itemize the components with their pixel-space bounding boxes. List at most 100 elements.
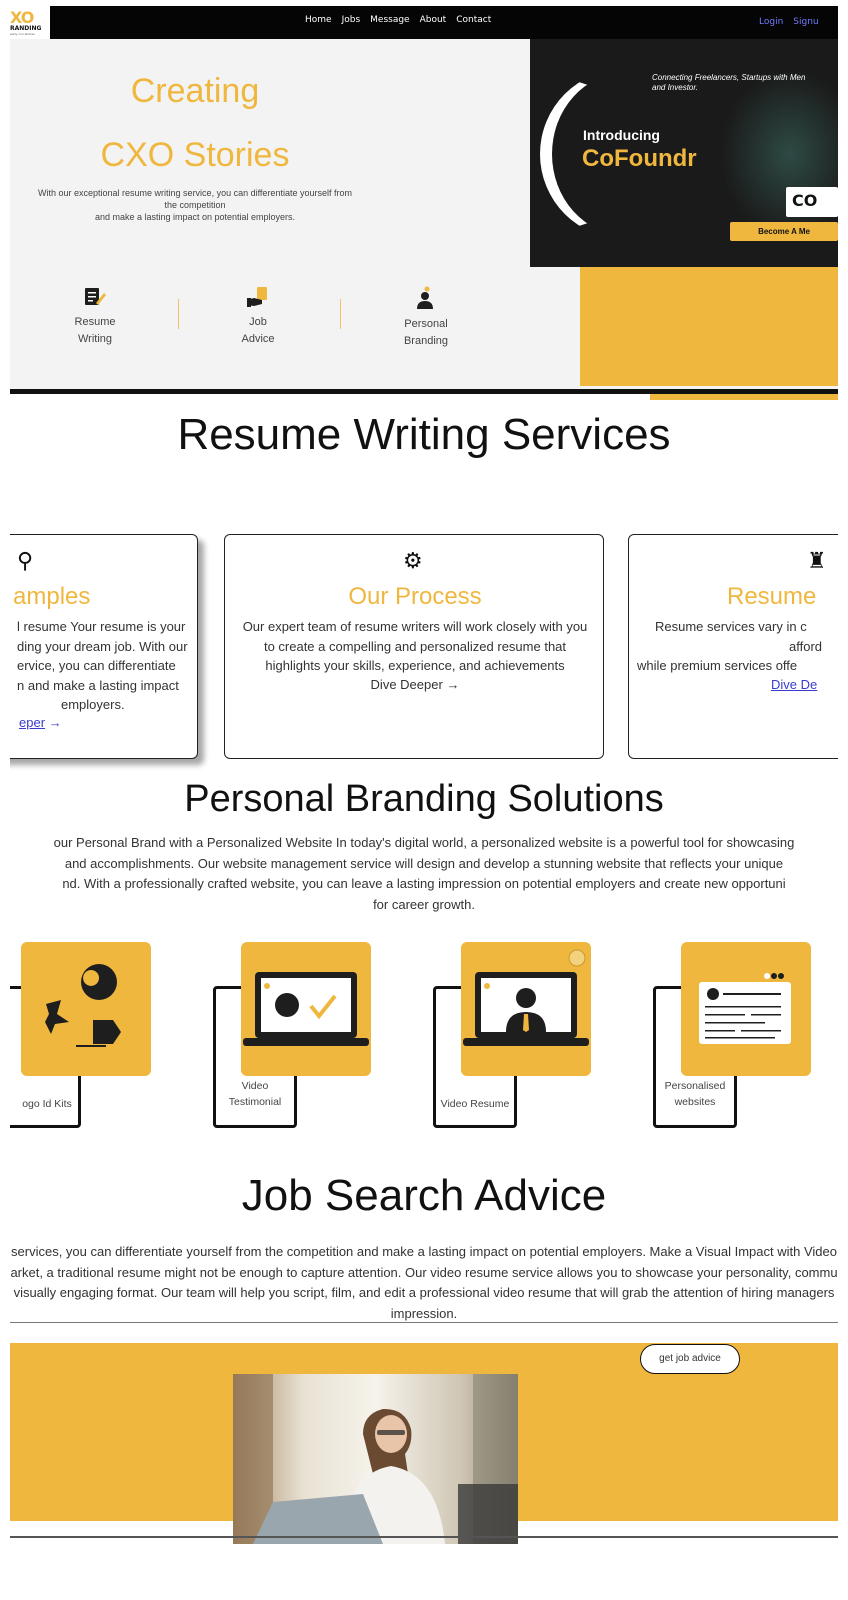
nav-links: Home Jobs Message About Contact [305, 15, 491, 25]
arrow-right-icon: → [446, 677, 460, 692]
tile-caption: Video Resume [433, 1096, 517, 1112]
dive-deeper-link[interactable]: Dive Deeper → [225, 677, 603, 692]
feature-divider [178, 299, 179, 329]
feature-label-line2: Advice [241, 333, 275, 345]
service-card-body: Our expert team of resume writers will w… [225, 617, 603, 676]
service-card-body: l resume Your resume is your ding your d… [17, 617, 188, 715]
service-card-line: n and make a lasting impact [17, 677, 179, 693]
job-search-title: Job Search Advice [241, 1171, 607, 1220]
nav-link-contact[interactable]: Contact [456, 15, 491, 25]
logo[interactable]: XO RANDING early cxo stories [10, 6, 50, 39]
hero-accent-strip [650, 394, 838, 400]
person-brand-icon [417, 286, 433, 309]
hero-accent-block [580, 267, 838, 386]
nav-link-about[interactable]: About [420, 15, 447, 25]
service-card-body: Resume services vary in c afford while p… [637, 617, 838, 676]
dive-deeper-link-text[interactable]: Dive Deeper [371, 677, 443, 692]
section-divider [10, 1322, 838, 1323]
photo-illustration [233, 1374, 518, 1544]
become-member-button[interactable]: Become A Me [730, 222, 838, 241]
banner-connecting-line2: and Investor. [652, 83, 698, 92]
dive-deeper-link[interactable]: Dive De [771, 677, 817, 692]
feature-resume-writing[interactable]: Resume Writing [55, 286, 135, 348]
service-card-line: employers. [61, 697, 125, 712]
nav-link-jobs[interactable]: Jobs [342, 15, 361, 25]
website-card-icon [699, 973, 791, 1044]
resume-pencil-icon [85, 288, 106, 305]
tile-image [21, 942, 151, 1076]
personal-branding-title: Personal Branding Solutions [184, 778, 664, 820]
description-line: for career growth. [373, 896, 475, 912]
hero-description-line1: With our exceptional resume writing serv… [38, 188, 352, 198]
tile-caption-line1: Video Resume [440, 1098, 510, 1110]
banner-mini-logo: CO [786, 187, 838, 217]
hand-document-icon [247, 287, 267, 307]
feature-divider [340, 299, 341, 329]
logo-tagline: early cxo stories [10, 32, 35, 36]
service-card-resume[interactable]: ♜ Resume Resume services vary in c affor… [628, 534, 838, 759]
service-card-title: Resume [727, 583, 817, 610]
dive-deeper-link-text[interactable]: Dive De [771, 677, 817, 692]
feature-job-advice[interactable]: Job Advice [218, 286, 298, 348]
service-card-line: Resume services vary in c [655, 619, 807, 634]
tile-caption-line1: Personalised [664, 1080, 726, 1092]
get-job-advice-button[interactable]: get job advice [640, 1344, 740, 1374]
service-card-samples[interactable]: ⚲ amples l resume Your resume is your di… [10, 534, 198, 759]
banner-brand-name: CoFoundr [582, 145, 697, 172]
service-card-title: amples [13, 583, 91, 610]
feature-label-line1: Personal [404, 318, 448, 330]
page: XO RANDING early cxo stories Home Jobs M… [10, 6, 838, 1600]
tile-caption: Video Testimonial [213, 1078, 297, 1110]
dive-deeper-link-text[interactable]: eper [19, 715, 45, 730]
auth-links: Login Signu [759, 17, 819, 27]
feature-label-line2: Writing [77, 333, 113, 345]
cofoundr-banner[interactable]: Connecting Freelancers, Startups with Me… [530, 39, 838, 267]
banner-mini-logo-text: CO [792, 191, 818, 210]
video-testimonial-icon [243, 972, 369, 1046]
service-card-line: ding your dream job. With our [17, 638, 188, 654]
dive-deeper-link[interactable]: eper → [19, 715, 62, 730]
nav-link-message[interactable]: Message [370, 15, 409, 25]
signup-link[interactable]: Signu [793, 17, 818, 27]
service-card-our-process[interactable]: ⚙ Our Process Our expert team of resume … [224, 534, 604, 759]
hero-title-line1: Creating [130, 72, 260, 110]
woman-laptop-photo [233, 1374, 518, 1544]
banner-connecting-text: Connecting Freelancers, Startups with Me… [652, 73, 838, 93]
description-line: our Personal Brand with a Personalized W… [53, 835, 795, 850]
banner-connecting-line1: Connecting Freelancers, Startups with Me… [652, 73, 806, 82]
hero-description: With our exceptional resume writing serv… [15, 187, 375, 223]
samples-icon: ⚲ [17, 549, 34, 574]
tile-caption-line1: ogo Id Kits [22, 1098, 72, 1110]
arrow-right-icon: → [48, 715, 62, 730]
logo-subtext: RANDING [10, 25, 42, 32]
service-card-line: l resume Your resume is your [17, 619, 186, 634]
tile-image [461, 942, 591, 1076]
service-card-line: ervice, you can differentiate [17, 658, 176, 673]
nav-link-home[interactable]: Home [305, 15, 332, 25]
description-line: services, you can differentiate yourself… [11, 1244, 837, 1259]
service-card-line: to create a compelling and personalized … [263, 638, 567, 654]
feature-label-line2: Branding [403, 335, 449, 347]
tile-caption: Personalised websites [653, 1078, 737, 1110]
job-search-description: services, you can differentiate yourself… [10, 1242, 838, 1324]
feature-personal-branding[interactable]: Personal Branding [386, 286, 466, 350]
service-card-line: Our expert team of resume writers will w… [242, 619, 588, 634]
hero-description-line2: the competition [164, 200, 226, 210]
trophy-icon: ♜ [807, 549, 827, 574]
hero-section: Creating CXO Stories With our exceptiona… [10, 39, 838, 389]
login-link[interactable]: Login [759, 17, 783, 27]
personal-branding-description: our Personal Brand with a Personalized W… [10, 833, 838, 915]
description-line: nd. With a professionally crafted websit… [62, 876, 786, 891]
tile-caption: ogo Id Kits [10, 1096, 87, 1112]
video-resume-icon [463, 949, 589, 1046]
logo-kit-icon [45, 964, 121, 1047]
service-card-line: afford [789, 638, 823, 654]
tile-caption-line2: Testimonial [228, 1096, 282, 1108]
service-card-line: while premium services offe [637, 658, 798, 673]
tile-caption-line2: websites [674, 1096, 716, 1108]
tile-image [681, 942, 811, 1076]
description-line: arket, a traditional resume might not be… [10, 1264, 838, 1280]
tile-image [241, 942, 371, 1076]
top-nav: XO RANDING early cxo stories Home Jobs M… [10, 6, 838, 39]
service-card-line: highlights your skills, experience, and … [265, 658, 565, 673]
